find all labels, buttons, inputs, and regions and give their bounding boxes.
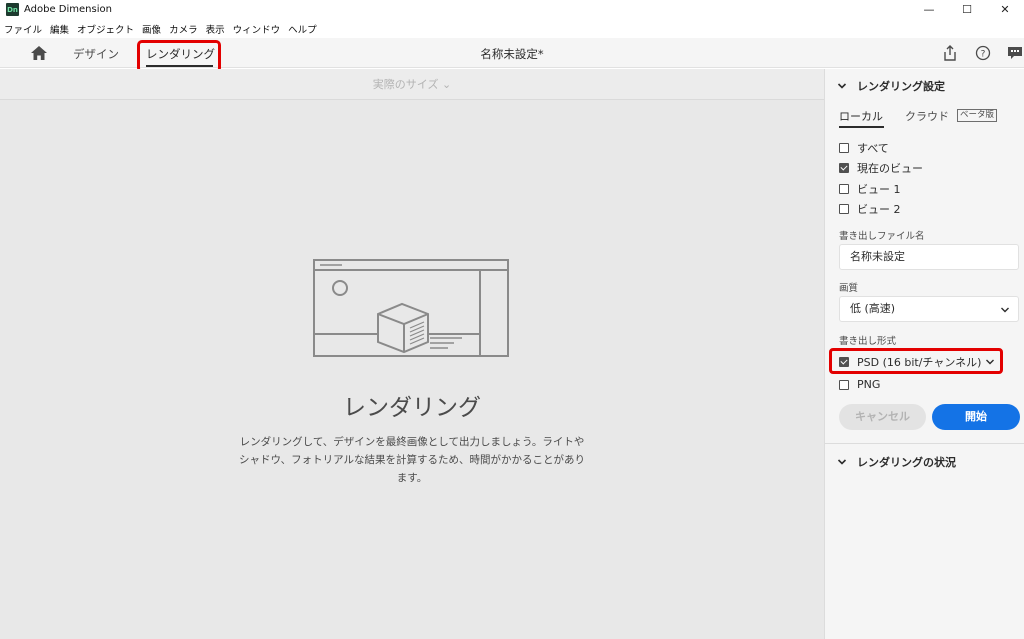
menu-file[interactable]: ファイル [4, 22, 42, 36]
checkbox[interactable] [839, 204, 849, 214]
feedback-icon[interactable] [1007, 45, 1023, 61]
size-dropdown[interactable]: 実際のサイズ ⌄ [373, 78, 451, 91]
menu-view[interactable]: 表示 [206, 22, 225, 36]
cancel-button[interactable]: キャンセル [839, 404, 926, 430]
chevron-down-icon [1001, 307, 1009, 313]
start-button[interactable]: 開始 [932, 404, 1020, 430]
beta-badge: ベータ版 [957, 109, 998, 122]
render-status-header[interactable]: レンダリングの状況 [837, 454, 956, 470]
format-label: 書き出し形式 [839, 336, 897, 347]
svg-text:?: ? [981, 50, 986, 60]
chevron-down-icon [837, 459, 847, 465]
app-logo-icon: Dn [6, 3, 19, 16]
render-status-title: レンダリングの状況 [857, 456, 956, 469]
render-settings-header[interactable]: レンダリング設定 [837, 78, 945, 94]
menu-help[interactable]: ヘルプ [288, 22, 317, 36]
checkbox[interactable] [839, 379, 849, 390]
menu-camera[interactable]: カメラ [169, 22, 198, 36]
view-option-label: すべて [857, 142, 889, 155]
view-option-2[interactable]: ビュー 2 [839, 201, 901, 217]
maximize-button[interactable]: ☐ [948, 0, 986, 19]
filename-label: 書き出しファイル名 [839, 231, 925, 242]
close-button[interactable]: ✕ [986, 0, 1024, 19]
render-settings-title: レンダリング設定 [857, 80, 945, 93]
quality-value: 低 (高速) [850, 302, 896, 315]
psd-format-highlight [829, 348, 1003, 374]
menu-edit[interactable]: 編集 [50, 22, 69, 36]
menu-bar: ファイル 編集 オブジェクト 画像 カメラ 表示 ウィンドウ ヘルプ [0, 19, 1024, 38]
checkbox-checked[interactable] [839, 163, 849, 173]
minimize-button[interactable]: — [910, 0, 948, 19]
tab-local[interactable]: ローカル [839, 108, 883, 124]
view-option-label: ビュー 2 [857, 203, 901, 216]
checkbox[interactable] [839, 143, 849, 153]
format-option-png[interactable]: PNG [839, 378, 880, 391]
help-icon[interactable]: ? [975, 45, 991, 61]
filename-input[interactable]: 名称未設定 [839, 244, 1019, 270]
title-bar: Dn Adobe Dimension — ☐ ✕ [0, 0, 1024, 19]
chevron-down-icon [837, 83, 847, 89]
quality-label: 画質 [839, 283, 859, 294]
view-option-label: ビュー 1 [857, 183, 901, 196]
view-option-current[interactable]: 現在のビュー [839, 160, 923, 176]
render-illustration-icon [313, 259, 509, 357]
local-tab-indicator [839, 126, 884, 128]
format-png-label: PNG [857, 378, 881, 391]
view-option-all[interactable]: すべて [839, 140, 889, 156]
size-bar: 実際のサイズ ⌄ [0, 69, 824, 100]
window-controls: — ☐ ✕ [910, 0, 1024, 19]
tab-cloud[interactable]: クラウド [905, 108, 949, 124]
menu-window[interactable]: ウィンドウ [233, 22, 281, 36]
quality-select[interactable]: 低 (高速) [839, 296, 1019, 322]
empty-state-description: レンダリングして、デザインを最終画像として出力しましょう。ライトやシャドウ、フォ… [238, 436, 586, 484]
window-title: Adobe Dimension [24, 4, 112, 15]
menu-image[interactable]: 画像 [142, 22, 161, 36]
share-icon[interactable] [942, 45, 958, 61]
view-option-1[interactable]: ビュー 1 [839, 181, 901, 197]
menu-object[interactable]: オブジェクト [77, 22, 134, 36]
view-option-label: 現在のビュー [857, 162, 923, 175]
checkbox[interactable] [839, 184, 849, 194]
section-divider [825, 443, 1024, 444]
empty-state-title: レンダリング [343, 395, 481, 421]
